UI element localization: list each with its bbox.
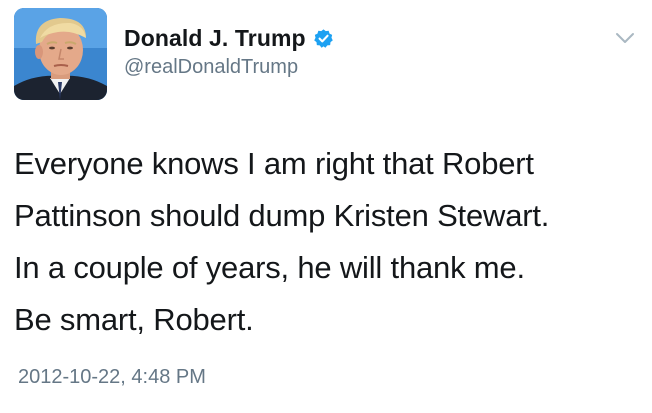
tweet-text-line: Pattinson should dump Kristen Stewart. <box>14 198 550 233</box>
author-name-row[interactable]: Donald J. Trump <box>124 23 334 53</box>
chevron-down-icon[interactable] <box>615 31 635 45</box>
tweet-text-line: Be smart, Robert. <box>14 302 254 337</box>
tweet-text: Everyone knows I am right that Robert Pa… <box>14 138 644 346</box>
author-handle[interactable]: @realDonaldTrump <box>124 56 298 79</box>
verified-badge-icon <box>313 28 333 48</box>
avatar-photo <box>14 8 107 100</box>
tweet-text-line: In a couple of years, he will thank me. <box>14 250 525 285</box>
author-display-name[interactable]: Donald J. Trump <box>124 25 306 52</box>
tweet-card: Donald J. Trump @realDonaldTrump Everyon… <box>0 0 652 413</box>
author-avatar[interactable] <box>14 8 107 100</box>
tweet-timestamp[interactable]: 2012-10-22, 4:48 PM <box>18 366 206 389</box>
tweet-text-line: Everyone knows I am right that Robert <box>14 146 534 181</box>
